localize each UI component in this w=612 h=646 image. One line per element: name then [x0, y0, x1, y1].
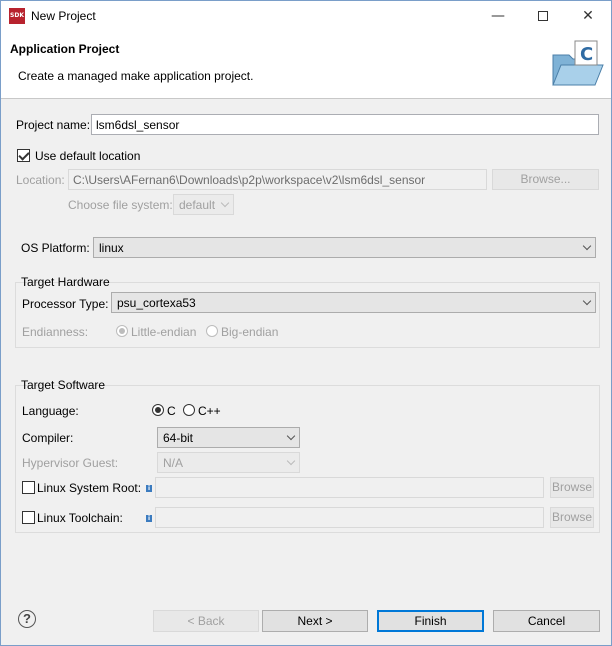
- next-button[interactable]: Next >: [262, 610, 368, 632]
- os-platform-select[interactable]: linux: [93, 237, 596, 258]
- language-cpp-label: C++: [198, 404, 221, 418]
- location-input[interactable]: C:\Users\AFernan6\Downloads\p2p\workspac…: [68, 169, 487, 190]
- hypervisor-guest-label: Hypervisor Guest:: [22, 456, 119, 470]
- svg-text:C: C: [580, 44, 593, 65]
- close-icon: ✕: [582, 8, 594, 24]
- finish-button[interactable]: Finish: [377, 610, 484, 632]
- language-c-label: C: [167, 404, 176, 418]
- minimize-button[interactable]: —: [475, 1, 521, 31]
- info-icon: i: [146, 485, 152, 492]
- processor-type-value: psu_cortexa53: [117, 296, 196, 310]
- maximize-icon: [538, 11, 548, 21]
- compiler-select[interactable]: 64-bit: [157, 427, 300, 448]
- linux-system-root-checkbox[interactable]: [22, 481, 35, 494]
- linux-toolchain-input[interactable]: [155, 507, 544, 528]
- hypervisor-guest-select[interactable]: N/A: [157, 452, 300, 473]
- location-label: Location:: [16, 173, 65, 187]
- processor-type-select[interactable]: psu_cortexa53: [111, 292, 596, 313]
- location-browse-button[interactable]: Browse...: [492, 169, 599, 190]
- linux-toolchain-label: Linux Toolchain:: [37, 511, 123, 525]
- hypervisor-guest-value: N/A: [163, 456, 184, 470]
- chevron-down-icon: [582, 296, 592, 306]
- chevron-down-icon: [582, 241, 592, 251]
- linux-system-root-label: Linux System Root:: [37, 481, 142, 495]
- minimize-icon: —: [491, 8, 505, 24]
- c-folder-icon: C: [552, 40, 604, 86]
- big-endian-radio[interactable]: [206, 325, 218, 337]
- use-default-location-label: Use default location: [35, 149, 141, 163]
- new-project-dialog: SDK New Project — ✕ Application Project …: [0, 0, 612, 646]
- page-description: Create a managed make application projec…: [18, 69, 254, 83]
- title-bar: SDK New Project — ✕: [1, 1, 611, 31]
- target-hardware-title: Target Hardware: [21, 275, 110, 289]
- project-name-label: Project name:: [16, 118, 91, 132]
- back-button[interactable]: < Back: [153, 610, 259, 632]
- file-system-select[interactable]: default: [173, 194, 234, 215]
- file-system-value: default: [179, 198, 216, 212]
- compiler-label: Compiler:: [22, 431, 74, 445]
- sdk-app-icon: SDK: [9, 8, 25, 24]
- chevron-down-icon: [286, 456, 296, 466]
- cancel-button[interactable]: Cancel: [493, 610, 600, 632]
- linux-toolchain-checkbox[interactable]: [22, 511, 35, 524]
- endianness-label: Endianness:: [22, 325, 89, 339]
- language-cpp-radio[interactable]: [183, 404, 195, 416]
- maximize-button[interactable]: [520, 1, 566, 31]
- language-label: Language:: [22, 404, 79, 418]
- processor-type-label: Processor Type:: [22, 297, 109, 311]
- wizard-header: Application Project Create a managed mak…: [1, 31, 611, 99]
- file-system-label: Choose file system:: [68, 198, 173, 212]
- compiler-value: 64-bit: [163, 431, 194, 445]
- chevron-down-icon: [220, 198, 230, 208]
- little-endian-radio[interactable]: [116, 325, 128, 337]
- help-icon[interactable]: ?: [18, 610, 36, 628]
- chevron-down-icon: [286, 431, 296, 441]
- os-platform-value: linux: [99, 241, 124, 255]
- close-button[interactable]: ✕: [565, 1, 611, 31]
- project-name-input[interactable]: lsm6dsl_sensor: [91, 114, 599, 135]
- target-software-title: Target Software: [21, 378, 106, 392]
- window-title: New Project: [31, 9, 96, 23]
- use-default-location-checkbox[interactable]: [17, 149, 30, 162]
- linux-system-root-browse-button[interactable]: Browse: [550, 477, 594, 498]
- little-endian-label: Little-endian: [131, 325, 197, 339]
- os-platform-label: OS Platform:: [21, 241, 90, 255]
- linux-system-root-input[interactable]: [155, 477, 544, 498]
- language-c-radio[interactable]: [152, 404, 164, 416]
- page-title: Application Project: [10, 42, 120, 56]
- big-endian-label: Big-endian: [221, 325, 279, 339]
- linux-toolchain-browse-button[interactable]: Browse: [550, 507, 594, 528]
- info-icon: i: [146, 515, 152, 522]
